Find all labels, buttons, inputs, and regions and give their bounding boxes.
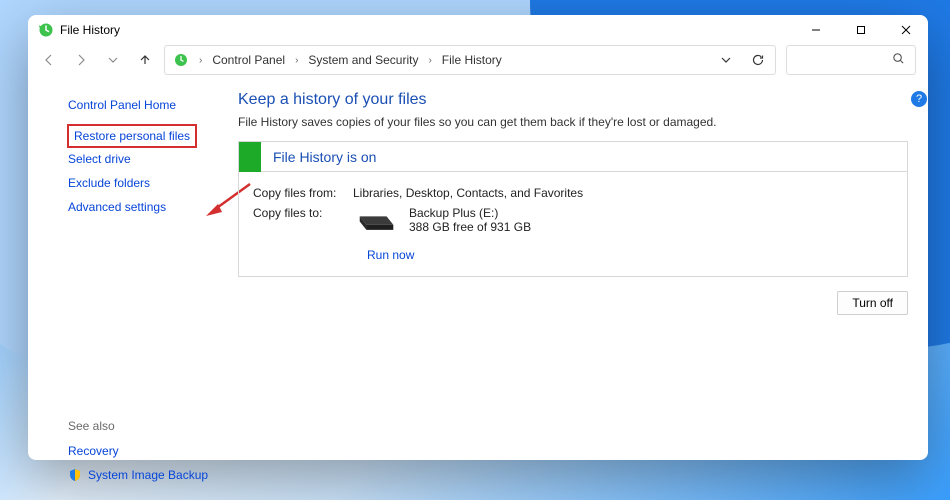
back-button[interactable]	[40, 51, 58, 69]
exclude-folders-link[interactable]: Exclude folders	[68, 171, 223, 195]
status-title: File History is on	[261, 149, 376, 165]
status-indicator	[239, 142, 261, 172]
recovery-link[interactable]: Recovery	[68, 439, 223, 463]
copy-from-value: Libraries, Desktop, Contacts, and Favori…	[353, 186, 583, 200]
control-panel-window: File History › Control Panel › System an…	[28, 15, 928, 460]
search-box[interactable]	[786, 45, 916, 75]
sidebar: Control Panel Home Restore personal file…	[48, 85, 223, 487]
drive-free-space: 388 GB free of 931 GB	[409, 220, 531, 234]
page-subheading: File History saves copies of your files …	[238, 115, 908, 129]
main-panel: Keep a history of your files File Histor…	[223, 85, 908, 487]
advanced-settings-link[interactable]: Advanced settings	[68, 195, 223, 219]
refresh-button[interactable]	[749, 51, 767, 69]
close-button[interactable]	[883, 15, 928, 45]
window-controls	[793, 15, 928, 45]
title-bar: File History	[28, 15, 928, 45]
breadcrumb-item[interactable]: File History	[442, 53, 502, 67]
copy-to-label: Copy files to:	[253, 206, 353, 220]
select-drive-link[interactable]: Select drive	[68, 147, 223, 171]
drive-name: Backup Plus (E:)	[409, 206, 531, 220]
see-also-label: See also	[68, 419, 223, 439]
control-panel-home-link[interactable]: Control Panel Home	[68, 93, 223, 117]
shield-icon	[68, 468, 82, 482]
run-now-link[interactable]: Run now	[367, 248, 893, 262]
maximize-button[interactable]	[838, 15, 883, 45]
nav-row: › Control Panel › System and Security › …	[28, 45, 928, 75]
recent-dropdown-icon[interactable]	[104, 51, 122, 69]
content-area: Control Panel Home Restore personal file…	[28, 75, 928, 487]
address-dropdown-icon[interactable]	[717, 51, 735, 69]
chevron-right-icon: ›	[293, 55, 300, 66]
chevron-right-icon: ›	[197, 55, 204, 66]
status-panel: File History is on Copy files from: Libr…	[238, 141, 908, 277]
chevron-right-icon: ›	[426, 55, 433, 66]
restore-personal-files-link[interactable]: Restore personal files	[68, 125, 196, 147]
copy-from-label: Copy files from:	[253, 186, 353, 200]
minimize-button[interactable]	[793, 15, 838, 45]
breadcrumb-item[interactable]: Control Panel	[212, 53, 285, 67]
search-icon	[892, 52, 905, 68]
window-title: File History	[60, 23, 120, 37]
address-bar[interactable]: › Control Panel › System and Security › …	[164, 45, 776, 75]
nav-buttons	[40, 51, 154, 69]
status-panel-header: File History is on	[239, 142, 907, 172]
file-history-app-icon	[38, 22, 54, 38]
address-bar-icon	[173, 52, 189, 68]
drive-icon	[353, 208, 395, 238]
forward-button[interactable]	[72, 51, 90, 69]
breadcrumb-item[interactable]: System and Security	[308, 53, 418, 67]
up-button[interactable]	[136, 51, 154, 69]
system-image-backup-link[interactable]: System Image Backup	[68, 463, 223, 487]
page-heading: Keep a history of your files	[238, 91, 908, 109]
turn-off-button[interactable]: Turn off	[837, 291, 908, 315]
